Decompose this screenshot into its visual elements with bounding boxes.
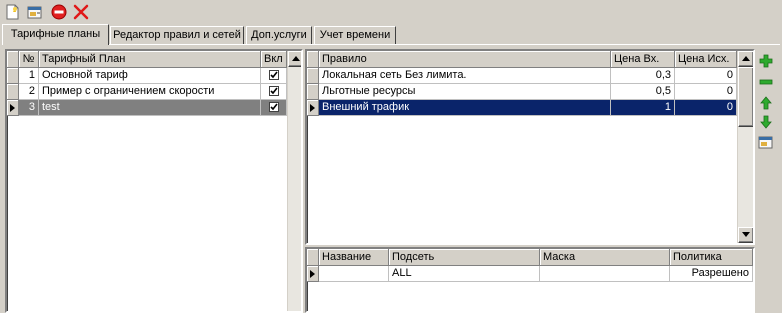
- rule-price-in[interactable]: 0,3: [611, 68, 675, 84]
- plan-num: 2: [19, 84, 39, 100]
- row-indicator-current[interactable]: [7, 100, 19, 116]
- tab-strip: Тарифные планы Редактор правил и сетей Д…: [2, 24, 780, 45]
- delete-icon: [73, 4, 89, 20]
- current-row-arrow-icon: [10, 104, 15, 112]
- networks-col-policy[interactable]: Политика: [670, 249, 753, 266]
- stop-button[interactable]: [50, 3, 68, 21]
- plan-num: 1: [19, 68, 39, 84]
- remove-button[interactable]: [758, 74, 774, 90]
- plans-col-num[interactable]: №: [19, 51, 39, 68]
- networks-grid: Название Подсеть Маска Политика ALL Разр…: [305, 247, 755, 313]
- move-down-icon: [760, 115, 772, 129]
- rule-price-out[interactable]: 0: [675, 68, 737, 84]
- stop-icon: [51, 4, 67, 20]
- row-indicator-current[interactable]: [307, 266, 319, 282]
- properties-icon: [758, 136, 773, 149]
- rule-name[interactable]: Локальная сеть Без лимита.: [319, 68, 611, 84]
- rule-properties-button[interactable]: [758, 134, 774, 150]
- tab-rules-editor[interactable]: Редактор правил и сетей: [110, 26, 244, 44]
- networks-indicator-header: [307, 249, 319, 266]
- move-down-button[interactable]: [758, 114, 774, 130]
- new-button[interactable]: [4, 3, 22, 21]
- network-subnet[interactable]: ALL: [389, 266, 540, 282]
- plan-enabled-checkbox[interactable]: [261, 68, 287, 84]
- checkmark-icon: [268, 86, 279, 96]
- row-indicator[interactable]: [7, 84, 19, 100]
- add-icon: [759, 54, 773, 68]
- current-row-arrow-icon: [310, 104, 315, 112]
- add-button[interactable]: [758, 53, 774, 69]
- move-up-icon: [760, 96, 772, 110]
- rule-price-out[interactable]: 0: [675, 100, 737, 116]
- row-indicator[interactable]: [307, 68, 319, 84]
- plan-enabled-checkbox[interactable]: [261, 100, 287, 116]
- plan-num: 3: [19, 100, 39, 116]
- arrow-down-icon: [742, 232, 750, 237]
- checkmark-icon: [268, 70, 279, 80]
- current-row-arrow-icon: [310, 270, 315, 278]
- rules-indicator-header: [307, 51, 319, 68]
- properties-button[interactable]: [26, 3, 44, 21]
- rule-price-in[interactable]: 0,5: [611, 84, 675, 100]
- tab-panel: № Тарифный План Вкл 1 Основной тариф 2 П…: [2, 44, 780, 313]
- row-indicator[interactable]: [7, 68, 19, 84]
- delete-button[interactable]: [72, 3, 90, 21]
- networks-col-subnet[interactable]: Подсеть: [389, 249, 540, 266]
- arrow-up-icon: [742, 56, 750, 61]
- plan-name[interactable]: Пример с ограничением скорости: [39, 84, 261, 100]
- move-up-button[interactable]: [758, 95, 774, 111]
- scroll-down-button[interactable]: [738, 227, 753, 243]
- rule-name[interactable]: Внешний трафик: [319, 100, 611, 116]
- rule-name[interactable]: Льготные ресурсы: [319, 84, 611, 100]
- scroll-up-button[interactable]: [738, 51, 753, 67]
- plans-indicator-header: [7, 51, 19, 68]
- networks-col-mask[interactable]: Маска: [540, 249, 670, 266]
- tab-time-accounting[interactable]: Учет времени: [314, 26, 396, 44]
- network-policy[interactable]: Разрешено: [670, 266, 753, 282]
- checkmark-icon: [268, 102, 279, 112]
- network-mask[interactable]: [540, 266, 670, 282]
- plans-col-name[interactable]: Тарифный План: [39, 51, 261, 68]
- plans-col-enabled[interactable]: Вкл: [261, 51, 287, 68]
- rules-grid: Правило Цена Вх. Цена Исх. Локальная сет…: [305, 49, 755, 245]
- remove-icon: [759, 79, 773, 85]
- networks-col-name[interactable]: Название: [319, 249, 389, 266]
- network-name[interactable]: [319, 266, 389, 282]
- new-document-icon: [6, 4, 19, 20]
- rules-col-price-in[interactable]: Цена Вх.: [611, 51, 675, 68]
- rule-price-out[interactable]: 0: [675, 84, 737, 100]
- arrow-up-icon: [292, 56, 300, 61]
- plans-grid: № Тарифный План Вкл 1 Основной тариф 2 П…: [5, 49, 303, 313]
- rules-col-price-out[interactable]: Цена Исх.: [675, 51, 737, 68]
- properties-icon: [27, 6, 42, 19]
- plans-scrollbar[interactable]: [287, 51, 301, 311]
- row-indicator[interactable]: [307, 84, 319, 100]
- scroll-up-button[interactable]: [288, 51, 301, 67]
- plan-enabled-checkbox[interactable]: [261, 84, 287, 100]
- rule-price-in[interactable]: 1: [611, 100, 675, 116]
- tab-extra-services[interactable]: Доп.услуги: [246, 26, 312, 44]
- plan-name[interactable]: test: [39, 100, 261, 116]
- scroll-thumb[interactable]: [738, 67, 753, 127]
- rules-scrollbar[interactable]: [737, 51, 753, 243]
- row-indicator-current[interactable]: [307, 100, 319, 116]
- tab-tariff-plans[interactable]: Тарифные планы: [2, 24, 109, 45]
- rules-col-rule[interactable]: Правило: [319, 51, 611, 68]
- plan-name[interactable]: Основной тариф: [39, 68, 261, 84]
